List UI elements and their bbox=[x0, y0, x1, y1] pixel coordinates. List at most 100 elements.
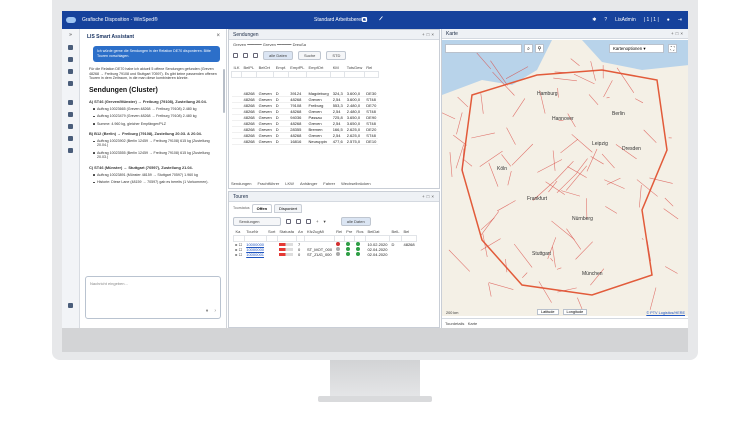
panel-controls[interactable]: +□× bbox=[671, 31, 685, 36]
panel-controls[interactable]: +□× bbox=[422, 194, 436, 199]
col-header[interactable]: TotsGew bbox=[345, 64, 365, 71]
col-header[interactable]: BeiDat bbox=[365, 228, 389, 235]
col-header[interactable]: Ros bbox=[354, 228, 365, 235]
filter-icon[interactable] bbox=[296, 219, 301, 224]
col-header[interactable]: EmpfPL bbox=[288, 64, 306, 71]
user-name[interactable]: LisAdmin bbox=[615, 17, 636, 23]
user-icon[interactable]: ● bbox=[667, 17, 670, 23]
table-cell: Greven bbox=[256, 120, 274, 127]
message-input[interactable]: Nachricht eingeben... ♦ › bbox=[85, 276, 221, 319]
all-data-button[interactable]: alle Daten bbox=[340, 217, 371, 226]
bottom-tab[interactable]: Wechselbrücken bbox=[341, 181, 371, 186]
col-header[interactable]: Statusfa bbox=[277, 228, 296, 235]
grid-nav-icon[interactable] bbox=[68, 81, 73, 86]
send-icon[interactable]: › bbox=[214, 308, 216, 314]
city-label: Leipzig bbox=[592, 141, 608, 147]
kartenoptionen-dropdown[interactable]: Kartenoptionen ▾ bbox=[609, 44, 664, 53]
col-header[interactable]: Bel bbox=[402, 228, 417, 235]
fullscreen-icon[interactable]: ⛶ bbox=[668, 44, 677, 53]
microphone-icon[interactable]: ♦ bbox=[206, 308, 209, 314]
col-header[interactable]: KfzZugMi bbox=[305, 228, 334, 235]
col-header[interactable]: Rei bbox=[334, 228, 344, 235]
workspace-selector[interactable]: Standard Arbeitsbereich bbox=[314, 17, 367, 23]
col-header[interactable]: TourNr bbox=[244, 228, 266, 235]
expand-icon[interactable]: ▸ ☐ bbox=[234, 252, 245, 257]
cluster-a-title: A) ST46 (Greven/Münster) → Freiburg (791… bbox=[89, 98, 207, 104]
col-header[interactable]: BelL bbox=[389, 228, 401, 235]
map-credit[interactable]: © PTV Logistics/HERE bbox=[646, 311, 685, 315]
table-cell bbox=[266, 252, 277, 257]
tab-offen[interactable]: Offen bbox=[251, 204, 273, 213]
cluster-item: Auftrag 10023891 (Münster 48159 → Stuttg… bbox=[93, 173, 216, 177]
pin-icon[interactable] bbox=[253, 53, 258, 58]
edit-icon[interactable] bbox=[378, 15, 387, 24]
col-header[interactable]: An bbox=[296, 228, 305, 235]
table-cell: DE20 bbox=[364, 126, 379, 133]
tab-karte[interactable]: Karte bbox=[468, 321, 478, 326]
table-cell: 48268 bbox=[241, 132, 257, 139]
gear-icon[interactable]: ✱ bbox=[592, 17, 596, 23]
help-icon[interactable]: ? bbox=[604, 17, 607, 23]
panel-controls[interactable]: +□× bbox=[422, 32, 436, 37]
search-nav-icon[interactable] bbox=[68, 45, 73, 50]
col-header[interactable]: Empf. bbox=[274, 64, 288, 71]
map-canvas[interactable]: Hamburg Berlin Hannover Köln Frankfurt Stuttg… bbox=[442, 40, 688, 316]
list-nav-icon[interactable] bbox=[68, 69, 73, 74]
col-header[interactable]: KM bbox=[331, 64, 345, 71]
board-nav-icon[interactable] bbox=[68, 148, 73, 153]
app-screen: Grafische Disposition - WinSped® Standar… bbox=[62, 11, 688, 328]
col-header[interactable]: BelPL bbox=[242, 64, 257, 71]
status-icon bbox=[354, 251, 365, 257]
longitude-field[interactable]: Longitude bbox=[562, 309, 588, 315]
bottom-tab[interactable]: Sendungen bbox=[231, 181, 251, 186]
col-header[interactable]: Sort bbox=[266, 228, 277, 235]
table-row[interactable]: 48268 Greven D 16816 Neuruppin 477,6 2.575,0 DE… bbox=[231, 138, 379, 145]
report-nav-icon[interactable] bbox=[68, 136, 73, 141]
std-dropdown[interactable]: STD bbox=[326, 51, 347, 60]
all-data-button[interactable]: alle Daten bbox=[263, 51, 294, 60]
search-button[interactable]: Suche bbox=[298, 51, 322, 60]
pin-icon[interactable] bbox=[306, 219, 311, 224]
table-cell: Magdeburg bbox=[306, 91, 331, 97]
bottom-tab[interactable]: LKW bbox=[285, 181, 294, 186]
tour-link[interactable]: 10000000 bbox=[244, 241, 266, 247]
col-header[interactable]: Rel bbox=[364, 64, 378, 71]
bottom-tab[interactable]: Fahrer bbox=[323, 181, 335, 186]
collapse-nav-icon[interactable] bbox=[68, 303, 73, 308]
close-icon[interactable]: × bbox=[216, 33, 220, 39]
refresh-icon[interactable] bbox=[233, 53, 238, 58]
map-search-input[interactable] bbox=[445, 44, 522, 53]
table-row[interactable]: ▸ ☐ 10000001 0 ST_ZUG_000 02.04.2020 bbox=[234, 251, 417, 257]
col-header[interactable]: ILK bbox=[232, 64, 242, 71]
refresh-icon[interactable] bbox=[286, 219, 291, 224]
city-label: Stuttgart bbox=[532, 251, 552, 257]
tour-link[interactable]: 10000000 bbox=[244, 247, 266, 252]
expand-icon[interactable]: » bbox=[62, 32, 79, 38]
logout-icon[interactable]: ⇥ bbox=[678, 17, 682, 23]
col-header[interactable]: Ka bbox=[234, 228, 245, 235]
touren-panel: Touren +□× Tourstatus Offen Disponiert S… bbox=[228, 191, 440, 328]
filter-icon[interactable] bbox=[243, 53, 248, 58]
bottom-tab[interactable]: Anhänger bbox=[300, 181, 317, 186]
city-label: Nürnberg bbox=[572, 216, 593, 222]
chevron-down-icon[interactable]: ▾ bbox=[324, 219, 326, 225]
globe-nav-icon[interactable] bbox=[68, 112, 73, 117]
window-icon[interactable] bbox=[362, 17, 367, 22]
sendungen-dropdown[interactable]: Sendungen bbox=[233, 217, 281, 226]
add-icon[interactable]: + bbox=[316, 219, 319, 224]
building-nav-icon[interactable] bbox=[68, 100, 73, 105]
col-header[interactable]: EmpfOrt bbox=[306, 64, 330, 71]
pin-icon[interactable]: ⚲ bbox=[535, 44, 544, 53]
home-nav-icon[interactable] bbox=[68, 57, 73, 62]
assistant-scrollbar[interactable] bbox=[223, 69, 225, 113]
tab-disponiert[interactable]: Disponiert bbox=[274, 204, 303, 213]
tour-link[interactable]: 10000001 bbox=[244, 252, 266, 257]
search-icon[interactable]: ⌕ bbox=[524, 44, 533, 53]
latitude-field[interactable]: Latitude bbox=[537, 309, 559, 315]
sendungen-filter[interactable]: Greven ━━━━━━ Greven ━━━━━━ Dreußa bbox=[229, 40, 439, 49]
col-header[interactable]: Pre bbox=[344, 228, 354, 235]
tab-tourdetails[interactable]: Tourdetails bbox=[445, 321, 464, 326]
bottom-tab[interactable]: Frachtführer bbox=[257, 181, 279, 186]
col-header[interactable]: BelOrt bbox=[257, 64, 274, 71]
truck-nav-icon[interactable] bbox=[68, 124, 73, 129]
